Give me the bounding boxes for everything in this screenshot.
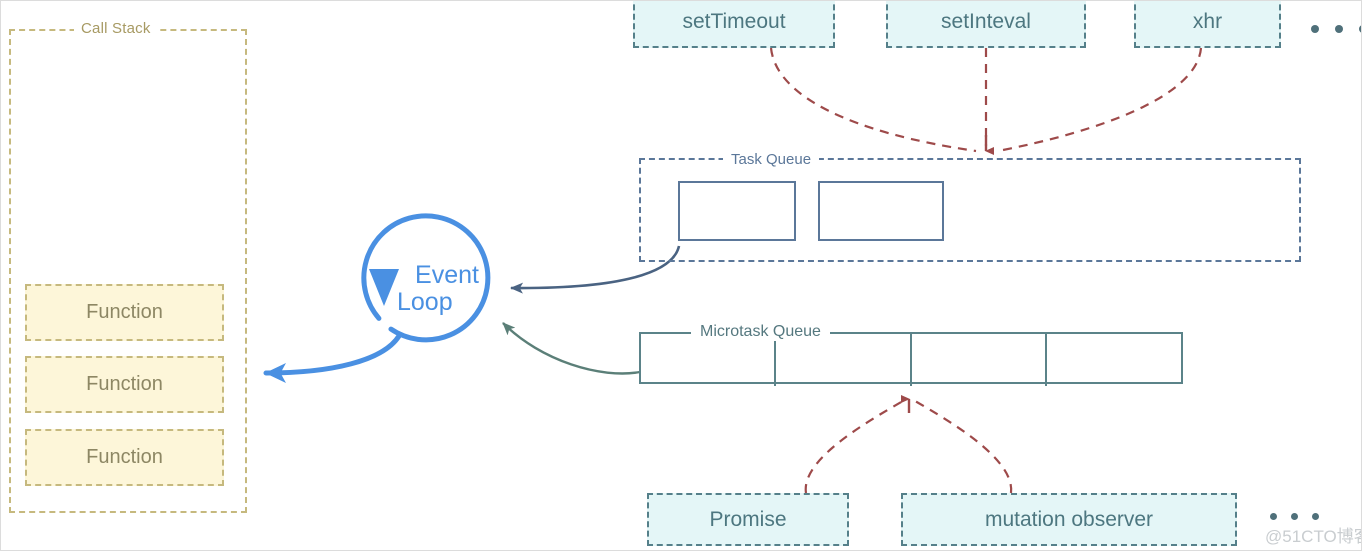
event-loop-label: Event Loop bbox=[397, 262, 497, 316]
web-api-label: setTimeout bbox=[682, 9, 786, 33]
event-loop-label-line1: Event bbox=[415, 261, 479, 289]
call-stack-frame[interactable]: Function bbox=[25, 356, 224, 413]
microtask-source-label: mutation observer bbox=[984, 507, 1154, 531]
arrow-promise-to-microqueue bbox=[804, 400, 904, 494]
arrow-settimeout-to-taskqueue bbox=[769, 47, 977, 153]
web-api-label: setInteval bbox=[941, 9, 1031, 33]
call-stack-frame[interactable]: Function bbox=[25, 284, 224, 341]
task-queue-slot[interactable] bbox=[818, 181, 944, 241]
web-api-settimeout[interactable]: setTimeout bbox=[633, 1, 835, 48]
arrow-microqueue-to-eventloop bbox=[502, 322, 641, 375]
microtask-source-label: Promise bbox=[709, 507, 787, 531]
task-queue-label: Task Queue bbox=[723, 151, 820, 168]
microtask-source-overflow-dots-icon bbox=[1270, 513, 1319, 520]
call-stack-frame-label: Function bbox=[86, 446, 163, 468]
microtask-source-promise[interactable]: Promise bbox=[647, 493, 849, 546]
microtask-source-mutation-observer[interactable]: mutation observer bbox=[901, 493, 1237, 546]
task-queue-slot[interactable] bbox=[678, 181, 796, 241]
call-stack-frame-label: Function bbox=[86, 373, 163, 395]
web-api-setinterval[interactable]: setInteval bbox=[886, 1, 1086, 48]
event-loop-arrowhead bbox=[369, 269, 399, 306]
call-stack-frame-label: Function bbox=[86, 301, 163, 323]
diagram-canvas: Call Stack Function Function Function Ev… bbox=[0, 0, 1362, 551]
arrow-mutationobserver-to-microqueue bbox=[914, 400, 1013, 494]
web-api-xhr[interactable]: xhr bbox=[1134, 1, 1281, 48]
call-stack-label: Call Stack bbox=[74, 20, 158, 37]
microtask-queue-label: Microtask Queue bbox=[691, 323, 830, 341]
microtask-cell-divider bbox=[1045, 334, 1047, 386]
arrow-xhr-to-taskqueue bbox=[997, 47, 1203, 153]
event-loop-label-line2: Loop bbox=[397, 288, 453, 316]
call-stack-frame[interactable]: Function bbox=[25, 429, 224, 486]
microtask-cell-divider bbox=[910, 334, 912, 386]
microtask-cell-divider bbox=[774, 334, 776, 386]
watermark: @51CTO博客 bbox=[1265, 527, 1362, 546]
arrow-eventloop-to-callstack bbox=[263, 333, 402, 383]
web-api-label: xhr bbox=[1192, 9, 1223, 33]
web-api-overflow-dots-icon bbox=[1311, 25, 1361, 33]
